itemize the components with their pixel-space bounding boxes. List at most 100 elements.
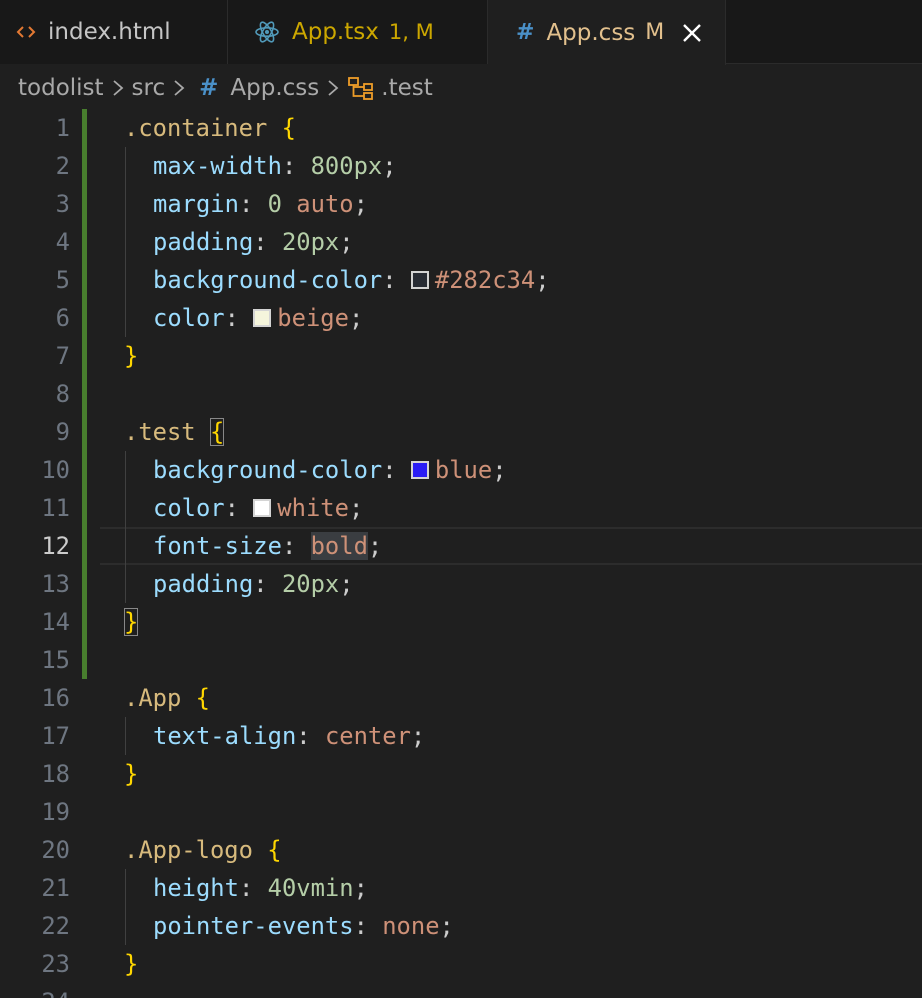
code-token: :	[281, 532, 311, 560]
code-line[interactable]: 23}	[0, 945, 922, 983]
code-line[interactable]: 1 .container {	[0, 109, 922, 147]
code-line[interactable]: 20 .App-logo {	[0, 831, 922, 869]
code-line[interactable]: 21 height: 40vmin;	[0, 869, 922, 907]
tab-app-tsx[interactable]: App.tsx 1, M	[228, 0, 488, 64]
code-token: :	[238, 190, 268, 218]
indent-guide	[125, 299, 126, 337]
color-swatch[interactable]	[410, 460, 429, 479]
breadcrumb-item-symbol[interactable]: .test	[381, 75, 432, 101]
code-token: ;	[353, 874, 368, 902]
code-token: 800px	[310, 152, 383, 180]
git-modified-indicator[interactable]	[82, 261, 87, 299]
code-token: ;	[382, 152, 397, 180]
code-token: }	[124, 342, 139, 370]
code-text: color: beige;	[153, 299, 363, 337]
git-modified-indicator[interactable]	[82, 451, 87, 489]
code-token: font-size	[153, 532, 282, 560]
code-line[interactable]: 15	[0, 641, 922, 679]
close-icon[interactable]	[680, 21, 704, 45]
bracket-match: }	[124, 608, 139, 636]
code-line[interactable]: 4 padding: 20px;	[0, 223, 922, 261]
git-modified-indicator[interactable]	[82, 109, 87, 147]
code-token: ;	[492, 456, 507, 484]
breadcrumb-item-todolist[interactable]: todolist	[18, 75, 104, 101]
code-token: }	[124, 760, 139, 788]
git-modified-indicator[interactable]	[82, 375, 87, 413]
code-text: max-width: 800px;	[153, 147, 397, 185]
git-modified-indicator[interactable]	[82, 223, 87, 261]
tab-label: App.tsx	[292, 19, 379, 45]
git-modified-indicator[interactable]	[82, 185, 87, 223]
line-number: 15	[41, 646, 70, 674]
code-token: :	[382, 266, 411, 294]
indent-guide	[125, 223, 126, 261]
git-modified-indicator[interactable]	[82, 337, 87, 375]
git-modified-indicator[interactable]	[82, 413, 87, 451]
color-swatch[interactable]	[253, 498, 272, 517]
code-line[interactable]: 12 font-size: bold;	[0, 527, 922, 565]
git-modified-indicator[interactable]	[82, 565, 87, 603]
code-token: 40vmin	[267, 874, 354, 902]
word-highlight: bold	[310, 532, 368, 560]
code-token: padding	[153, 228, 254, 256]
breadcrumb-item-file[interactable]: App.css	[230, 75, 319, 101]
tab-app-css[interactable]: # App.css M	[488, 0, 726, 65]
code-line[interactable]: 5 background-color: #282c34;	[0, 261, 922, 299]
code-line[interactable]: 10 background-color: blue;	[0, 451, 922, 489]
indent-guide	[125, 527, 126, 565]
code-token: :	[224, 494, 254, 522]
code-text: }	[124, 945, 138, 983]
code-line[interactable]: 6 color: beige;	[0, 299, 922, 337]
code-token: height	[153, 874, 239, 902]
code-token: 20px	[281, 570, 340, 598]
git-modified-indicator[interactable]	[82, 299, 87, 337]
line-number: 22	[41, 912, 70, 940]
indent-guide	[125, 451, 126, 489]
code-line[interactable]: 11 color: white;	[0, 489, 922, 527]
git-modified-indicator[interactable]	[82, 641, 87, 679]
code-token: blue	[434, 456, 493, 484]
code-text: color: white;	[153, 489, 363, 527]
code-line[interactable]: 22 pointer-events: none;	[0, 907, 922, 945]
code-line[interactable]: 7}	[0, 337, 922, 375]
code-line[interactable]: 18}	[0, 755, 922, 793]
git-modified-indicator[interactable]	[82, 527, 87, 565]
code-line[interactable]: 13 padding: 20px;	[0, 565, 922, 603]
code-line[interactable]: 8	[0, 375, 922, 413]
code-token: padding	[153, 570, 254, 598]
color-swatch[interactable]	[253, 308, 272, 327]
code-token: margin	[153, 190, 239, 218]
chevron-right-icon	[327, 78, 339, 98]
code-editor[interactable]: 1 .container {2 max-width: 800px; 3 margin: …	[0, 109, 922, 998]
line-number: 3	[55, 190, 70, 218]
code-line[interactable]: 14}	[0, 603, 922, 641]
code-token: beige	[277, 304, 349, 332]
code-line[interactable]: 19	[0, 793, 922, 831]
indent-guide	[125, 869, 126, 907]
indent-guide	[125, 717, 126, 755]
code-text: pointer-events: none;	[153, 907, 454, 945]
code-token: :	[353, 912, 383, 940]
code-line[interactable]: 3 margin: 0 auto;	[0, 185, 922, 223]
git-modified-indicator[interactable]	[82, 603, 87, 641]
indent-guide	[125, 565, 126, 603]
code-token: }	[124, 950, 139, 978]
code-line[interactable]: 24	[0, 983, 922, 998]
git-modified-indicator[interactable]	[82, 147, 87, 185]
code-line[interactable]: 17 text-align: center;	[0, 717, 922, 755]
code-line[interactable]: 9 .test {	[0, 413, 922, 451]
indent-guide	[125, 185, 126, 223]
code-line[interactable]: 2 max-width: 800px;	[0, 147, 922, 185]
breadcrumb-item-src[interactable]: src	[132, 75, 166, 101]
color-swatch[interactable]	[410, 270, 429, 289]
tab-index-html[interactable]: index.html	[0, 0, 228, 64]
code-line[interactable]: 16 .App {	[0, 679, 922, 717]
git-modified-indicator[interactable]	[82, 489, 87, 527]
code-token: ;	[339, 570, 354, 598]
code-text: }	[124, 337, 138, 375]
code-token: :	[382, 456, 411, 484]
line-number: 7	[55, 342, 70, 370]
